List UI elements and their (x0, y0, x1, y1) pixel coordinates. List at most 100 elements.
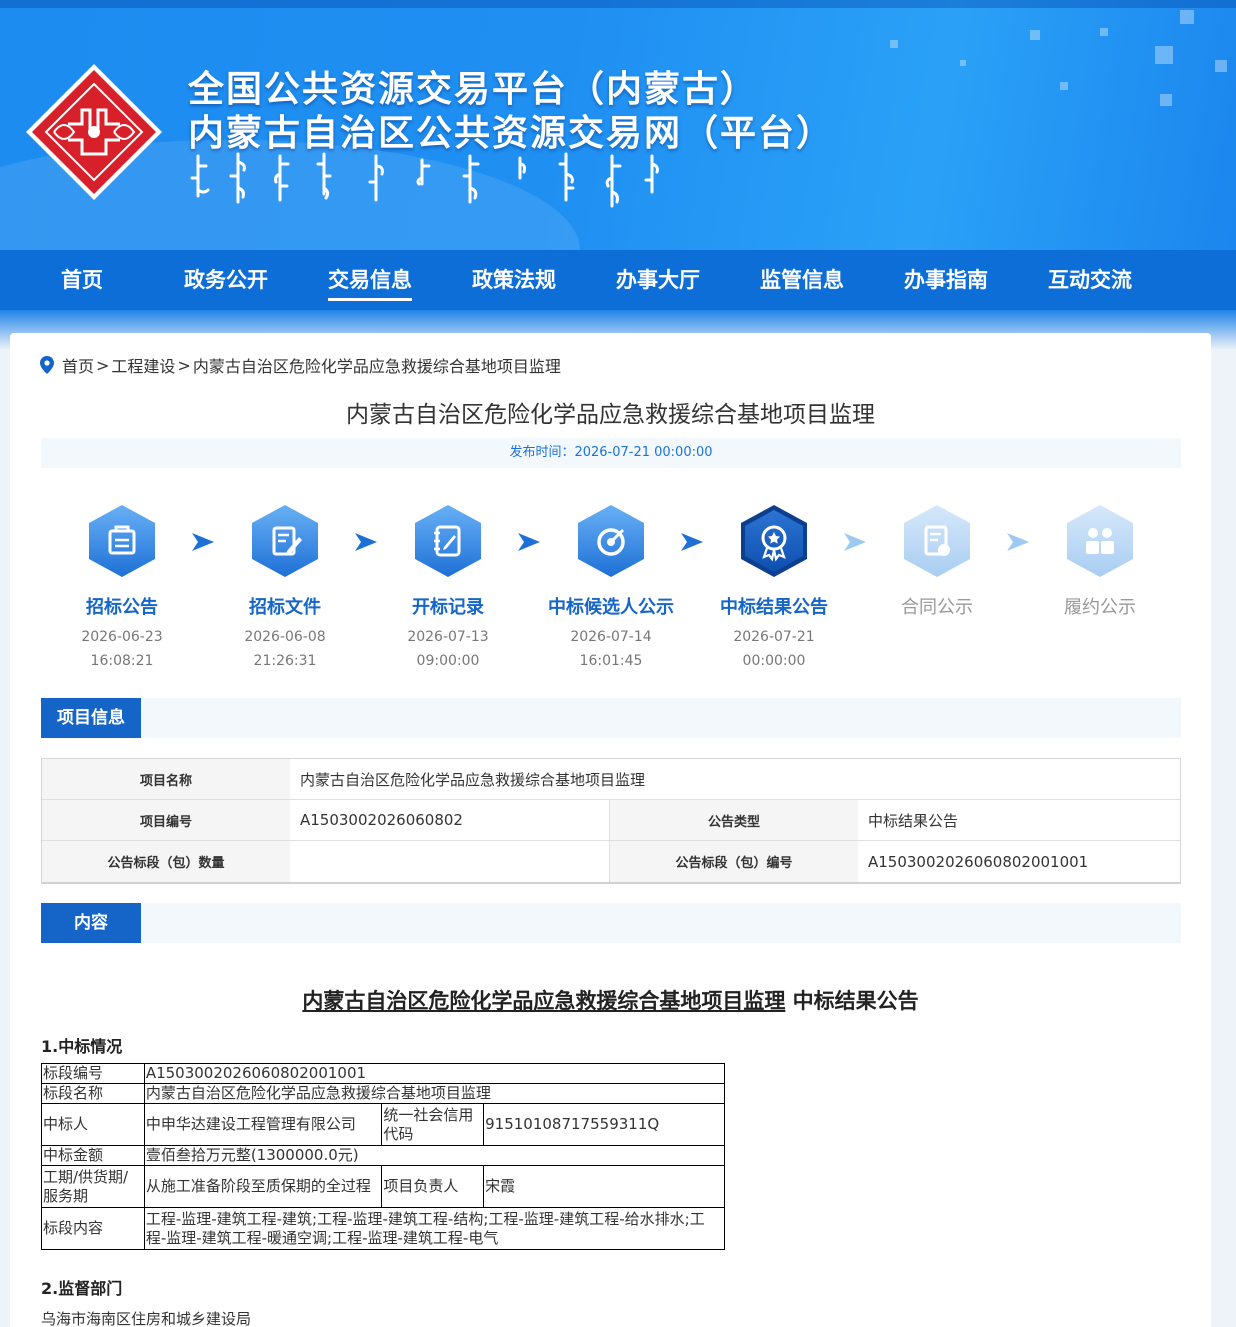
decor-square (1155, 46, 1173, 64)
info-key: 公告类型 (610, 800, 858, 840)
nav-guide[interactable]: 办事指南 (874, 250, 1018, 310)
site-logo[interactable] (24, 62, 164, 202)
nav-label: 政务公开 (184, 268, 268, 292)
cell-value: 内蒙古自治区危险化学品应急救援综合基地项目监理 (143, 1083, 726, 1104)
info-key: 项目编号 (42, 800, 290, 840)
info-value: 内蒙古自治区危险化学品应急救援综合基地项目监理 (300, 770, 646, 789)
step-tender-notice[interactable]: 招标公告 2026-06-23 16:08:21 (47, 503, 197, 673)
project-info-table: 项目名称 内蒙古自治区危险化学品应急救援综合基地项目监理 项目编号 A15030… (41, 758, 1181, 884)
notebook-icon (415, 505, 481, 577)
decor-square (1215, 60, 1227, 72)
site-header: 全国公共资源交易平台（内蒙古） 内蒙古自治区公共资源交易网（平台） (0, 0, 1236, 250)
nav-government-affairs[interactable]: 政务公开 (154, 250, 298, 310)
cell-key: 标段内容 (41, 1207, 145, 1250)
step-date: 2026-07-21 00:00:00 (699, 625, 849, 673)
cell-key: 中标金额 (41, 1145, 145, 1166)
main-nav: 首页 政务公开 交易信息 政策法规 办事大厅 监管信息 办事指南 互动交流 (0, 250, 1236, 310)
cell-key: 标段名称 (41, 1083, 145, 1104)
nav-service-hall[interactable]: 办事大厅 (586, 250, 730, 310)
table-row: 中标金额 壹佰叁拾万元整(1300000.0元) (41, 1145, 726, 1166)
step-bid-opening[interactable]: 开标记录 2026-07-13 09:00:00 (373, 503, 523, 673)
step-label: 招标文件 (249, 597, 321, 618)
table-row: 标段编号 A1503002026060802001001 (41, 1063, 726, 1084)
step-label: 中标候选人公示 (548, 597, 674, 618)
step-date: 2026-07-13 09:00:00 (373, 625, 523, 673)
nav-label: 首页 (61, 268, 103, 292)
step-date-day: 2026-06-23 (81, 629, 163, 645)
info-row: 公告标段（包）数量 公告标段（包）编号 A1503002026060802001… (42, 841, 1180, 882)
info-key: 公告标段（包）编号 (610, 841, 858, 882)
cell-value: 宋霞 (483, 1165, 725, 1208)
nav-supervision[interactable]: 监管信息 (730, 250, 874, 310)
nav-interaction[interactable]: 互动交流 (1018, 250, 1162, 310)
nav-policies[interactable]: 政策法规 (442, 250, 586, 310)
publish-time: 发布时间：2026-07-21 00:00:00 (41, 438, 1181, 468)
step-label: 中标结果公告 (720, 597, 828, 618)
decor-square (1100, 28, 1108, 36)
bulletin-icon (89, 505, 155, 577)
announcement-title-suffix: 中标结果公告 (785, 989, 919, 1013)
step-label: 履约公示 (1064, 597, 1136, 618)
step-date-time: 09:00:00 (416, 653, 480, 669)
cell-value: A1503002026060802001001 (143, 1063, 726, 1084)
table-row: 标段内容 工程-监理-建筑工程-建筑;工程-监理-建筑工程-结构;工程-监理-建… (41, 1207, 726, 1250)
info-value: A1503002026060802 (290, 800, 610, 840)
decor-square (960, 60, 966, 66)
decor-square (1160, 94, 1172, 106)
info-value: A1503002026060802001001 (868, 852, 1089, 871)
nav-label: 办事指南 (904, 268, 988, 292)
cell-value: 中申华达建设工程管理有限公司 (143, 1103, 383, 1146)
nav-label: 办事大厅 (616, 268, 700, 292)
cell-value: 从施工准备阶段至质保期的全过程 (143, 1165, 383, 1208)
info-row: 项目名称 内蒙古自治区危险化学品应急救援综合基地项目监理 (42, 759, 1180, 800)
cell-value: 工程-监理-建筑工程-建筑;工程-监理-建筑工程-结构;工程-监理-建筑工程-给… (143, 1207, 726, 1250)
step-candidate-publicity[interactable]: 中标候选人公示 2026-07-14 16:01:45 (536, 503, 686, 673)
breadcrumb-current: 内蒙古自治区危险化学品应急救援综合基地项目监理 (192, 357, 561, 376)
step-date: 2026-06-23 16:08:21 (47, 625, 197, 673)
step-date-day: 2026-07-21 (733, 629, 815, 645)
page-title: 内蒙古自治区危险化学品应急救援综合基地项目监理 (346, 402, 875, 428)
breadcrumb-separator: > (177, 355, 191, 375)
step-contract-publicity[interactable]: 合同公示 (862, 503, 1012, 619)
info-row: 项目编号 A1503002026060802 公告类型 中标结果公告 (42, 800, 1180, 841)
step-date-day: 2026-07-14 (570, 629, 652, 645)
cell-value: 壹佰叁拾万元整(1300000.0元) (143, 1145, 726, 1166)
info-key: 公告标段（包）数量 (42, 841, 290, 882)
breadcrumb-category[interactable]: 工程建设 (111, 353, 175, 377)
announcement-project-name: 内蒙古自治区危险化学品应急救援综合基地项目监理 (302, 989, 786, 1013)
table-row: 工期/供货期/服务期 从施工准备阶段至质保期的全过程 项目负责人 宋霞 (41, 1165, 725, 1208)
step-date-day: 2026-07-13 (407, 629, 489, 645)
step-label: 开标记录 (412, 597, 484, 618)
content-tab: 内容 (41, 903, 141, 943)
decor-square (1180, 10, 1194, 24)
content-header: 内容 (41, 903, 1181, 943)
main-panel: 首页 > 工程建设 > 内蒙古自治区危险化学品应急救援综合基地项目监理 内蒙古自… (10, 333, 1211, 1327)
nav-trade-info[interactable]: 交易信息 (298, 250, 442, 310)
step-performance-publicity[interactable]: 履约公示 (1025, 503, 1175, 619)
document-edit-icon (252, 505, 318, 577)
mongolian-script-title (190, 152, 659, 208)
location-pin-icon (40, 356, 54, 374)
step-date: 2026-06-08 21:26:31 (210, 625, 360, 673)
nav-home[interactable]: 首页 (10, 250, 154, 310)
table-row: 标段名称 内蒙古自治区危险化学品应急救援综合基地项目监理 (41, 1083, 726, 1104)
project-info-header: 项目信息 (41, 698, 1181, 738)
step-tender-documents[interactable]: 招标文件 2026-06-08 21:26:31 (210, 503, 360, 673)
breadcrumb: 首页 > 工程建设 > 内蒙古自治区危险化学品应急救援综合基地项目监理 (40, 353, 561, 377)
breadcrumb-separator: > (96, 355, 110, 375)
bid-result-table: 标段编号 A1503002026060802001001 标段名称 内蒙古自治区… (41, 1063, 726, 1250)
cell-key: 中标人 (41, 1103, 145, 1146)
medal-icon (741, 505, 807, 577)
step-label: 合同公示 (901, 597, 973, 618)
breadcrumb-home[interactable]: 首页 (62, 353, 94, 377)
info-key: 项目名称 (42, 759, 290, 799)
decor-square (890, 40, 898, 48)
step-result-notice[interactable]: 中标结果公告 2026-07-21 00:00:00 (699, 503, 849, 673)
decor-square (1030, 30, 1040, 40)
nav-label: 政策法规 (472, 268, 556, 292)
nav-label: 监管信息 (760, 268, 844, 292)
cell-key: 统一社会信用代码 (381, 1103, 485, 1146)
step-date-time: 00:00:00 (742, 653, 806, 669)
contract-icon (904, 505, 970, 577)
cell-key: 工期/供货期/服务期 (41, 1165, 145, 1208)
